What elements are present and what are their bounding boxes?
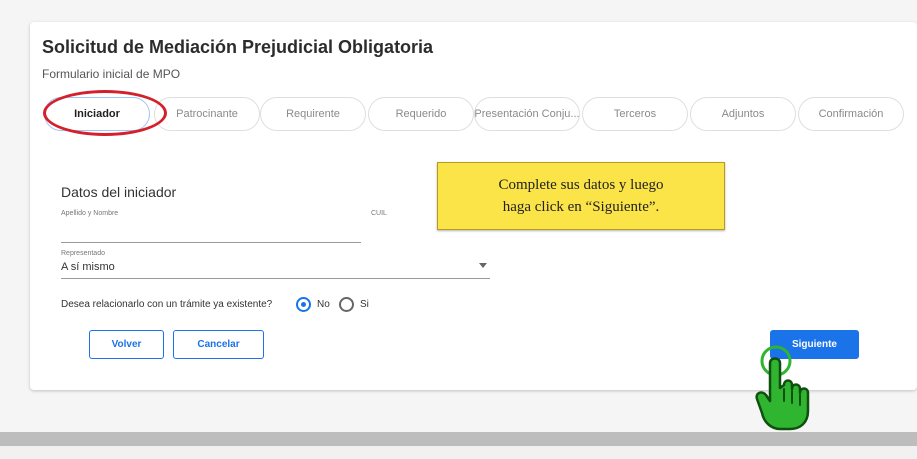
- representado-label: Representado: [61, 250, 105, 257]
- tab-iniciador[interactable]: Iniciador: [44, 97, 150, 131]
- instruction-callout: Complete sus datos y luego haga click en…: [437, 162, 725, 230]
- callout-line-1: Complete sus datos y luego: [498, 177, 664, 193]
- representado-select[interactable]: A sí mismo: [61, 261, 115, 273]
- hand-pointer-icon: [755, 345, 810, 431]
- question-text: Desea relacionarlo con un trámite ya exi…: [61, 299, 273, 310]
- tab-confirmacion[interactable]: Confirmación: [798, 97, 904, 131]
- tab-requerido[interactable]: Requerido: [368, 97, 474, 131]
- section-title: Datos del iniciador: [61, 184, 177, 200]
- tab-requirente[interactable]: Requirente: [260, 97, 366, 131]
- chevron-down-icon[interactable]: [479, 263, 487, 268]
- tab-terceros[interactable]: Terceros: [582, 97, 688, 131]
- callout-line-2: haga click en “Siguiente”.: [502, 199, 660, 215]
- apellido-underline: [61, 242, 361, 243]
- bottom-band: [0, 432, 917, 446]
- apellido-label: Apellido y Nombre: [61, 210, 119, 217]
- volver-button[interactable]: Volver: [89, 330, 164, 359]
- page-subtitle: Formulario inicial de MPO: [42, 67, 181, 81]
- tab-presentacion-conjunta[interactable]: Presentación Conju...: [474, 97, 580, 131]
- radio-si[interactable]: [339, 297, 354, 312]
- cuil-label: CUIL: [371, 210, 387, 217]
- radio-no-label: No: [317, 299, 330, 310]
- tab-patrocinante[interactable]: Patrocinante: [154, 97, 260, 131]
- cancelar-button[interactable]: Cancelar: [173, 330, 264, 359]
- radio-no[interactable]: [296, 297, 311, 312]
- tab-adjuntos[interactable]: Adjuntos: [690, 97, 796, 131]
- bottom-strip: [0, 446, 917, 459]
- radio-si-label: Si: [360, 299, 369, 310]
- page-title: Solicitud de Mediación Prejudicial Oblig…: [42, 37, 434, 57]
- representado-underline: [61, 278, 490, 279]
